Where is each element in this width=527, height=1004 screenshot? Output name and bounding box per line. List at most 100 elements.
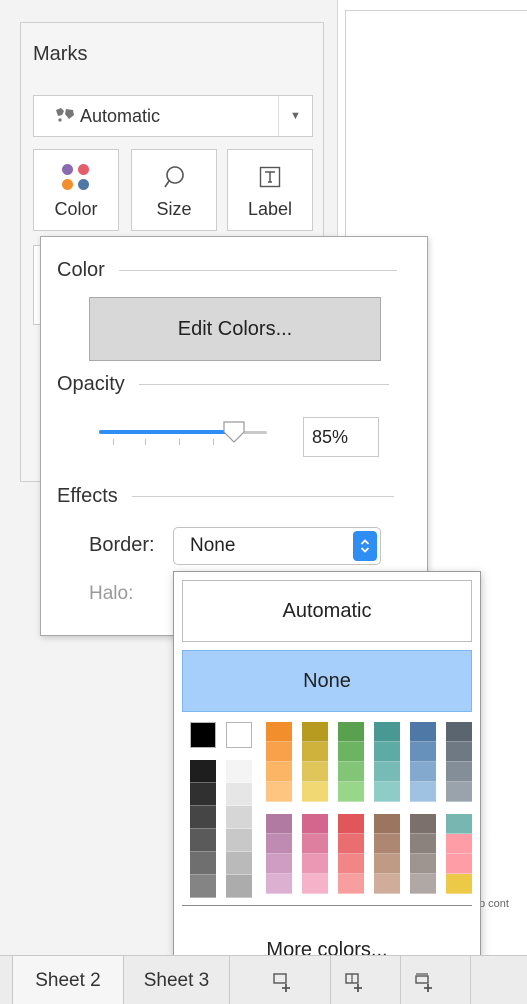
color-swatch[interactable]: [446, 874, 472, 894]
color-swatch[interactable]: [374, 814, 400, 834]
mark-type-dropdown[interactable]: Automatic ▼: [33, 95, 313, 137]
chevron-updown-icon[interactable]: [353, 531, 377, 561]
color-swatch[interactable]: [190, 806, 216, 829]
new-dashboard-icon[interactable]: [340, 966, 372, 998]
color-swatch[interactable]: [374, 722, 400, 742]
color-swatch[interactable]: [374, 834, 400, 854]
opacity-value-field[interactable]: 85%: [303, 417, 379, 457]
color-swatch[interactable]: [226, 783, 252, 806]
palette-column: [446, 814, 472, 894]
color-swatch[interactable]: [338, 874, 364, 894]
color-header-label: Color: [57, 259, 105, 281]
new-worksheet-icon[interactable]: [268, 966, 300, 998]
color-swatch[interactable]: [226, 829, 252, 852]
color-swatch[interactable]: [266, 874, 292, 894]
palette-column: [302, 722, 328, 802]
color-swatch[interactable]: [226, 760, 252, 783]
opacity-header-label: Opacity: [57, 373, 125, 395]
color-swatch[interactable]: [446, 834, 472, 854]
slider-tick: [113, 439, 114, 445]
color-swatch[interactable]: [190, 760, 216, 783]
divider: [118, 270, 397, 271]
color-swatch[interactable]: [190, 722, 216, 748]
color-swatch[interactable]: [446, 854, 472, 874]
color-swatch[interactable]: [266, 814, 292, 834]
color-swatch[interactable]: [302, 762, 328, 782]
color-swatch[interactable]: [302, 814, 328, 834]
label-button[interactable]: Label: [227, 149, 313, 231]
color-swatch[interactable]: [338, 814, 364, 834]
color-swatch[interactable]: [374, 742, 400, 762]
palette-column: [374, 722, 400, 802]
color-dot: [78, 164, 89, 175]
map-icon: [54, 107, 76, 126]
color-swatch[interactable]: [338, 854, 364, 874]
color-swatch[interactable]: [446, 722, 472, 742]
color-swatch[interactable]: [266, 762, 292, 782]
grayscale-ramp: [226, 760, 252, 898]
color-swatch[interactable]: [266, 782, 292, 802]
option-automatic[interactable]: Automatic: [182, 580, 472, 642]
color-swatch[interactable]: [338, 834, 364, 854]
slider-thumb[interactable]: [221, 419, 247, 445]
color-swatch[interactable]: [226, 852, 252, 875]
color-swatch[interactable]: [374, 854, 400, 874]
halo-label: Halo:: [89, 583, 134, 604]
divider: [182, 905, 472, 906]
color-swatch[interactable]: [410, 814, 436, 834]
color-swatch[interactable]: [226, 806, 252, 829]
tab-separator: [400, 956, 401, 1004]
color-button[interactable]: Color: [33, 149, 119, 231]
color-swatch[interactable]: [190, 829, 216, 852]
edit-colors-button[interactable]: Edit Colors...: [89, 297, 381, 361]
color-swatch[interactable]: [190, 783, 216, 806]
color-swatch[interactable]: [338, 722, 364, 742]
opacity-slider[interactable]: [99, 415, 267, 449]
color-swatch[interactable]: [302, 874, 328, 894]
color-swatch[interactable]: [302, 722, 328, 742]
color-swatch[interactable]: [338, 742, 364, 762]
opacity-section-header: Opacity: [57, 373, 389, 396]
color-swatch[interactable]: [302, 854, 328, 874]
border-select[interactable]: None: [173, 527, 381, 565]
tab-separator: [330, 956, 331, 1004]
color-swatch[interactable]: [410, 722, 436, 742]
color-swatch[interactable]: [410, 782, 436, 802]
color-swatch[interactable]: [266, 722, 292, 742]
color-swatch[interactable]: [410, 762, 436, 782]
color-swatch[interactable]: [410, 834, 436, 854]
color-swatch[interactable]: [266, 834, 292, 854]
color-swatch[interactable]: [266, 742, 292, 762]
color-swatch[interactable]: [410, 854, 436, 874]
color-swatch[interactable]: [302, 782, 328, 802]
color-swatch[interactable]: [410, 874, 436, 894]
color-swatch[interactable]: [446, 782, 472, 802]
color-swatch[interactable]: [266, 854, 292, 874]
color-swatch[interactable]: [374, 874, 400, 894]
chevron-down-icon[interactable]: ▼: [278, 96, 312, 136]
size-button[interactable]: Size: [131, 149, 217, 231]
color-swatch[interactable]: [190, 852, 216, 875]
new-story-icon[interactable]: [410, 966, 442, 998]
color-button-label: Color: [54, 199, 98, 219]
color-swatch[interactable]: [302, 834, 328, 854]
color-dot: [62, 164, 73, 175]
color-swatch[interactable]: [226, 875, 252, 898]
palette-column: [338, 814, 364, 894]
color-swatch[interactable]: [446, 762, 472, 782]
tab-sheet-3[interactable]: Sheet 3: [124, 956, 230, 1004]
color-swatch[interactable]: [226, 722, 252, 748]
color-swatch[interactable]: [446, 742, 472, 762]
palette-column: [374, 814, 400, 894]
color-swatch[interactable]: [302, 742, 328, 762]
color-swatch[interactable]: [338, 782, 364, 802]
color-swatch[interactable]: [410, 742, 436, 762]
color-swatch[interactable]: [190, 875, 216, 898]
color-swatch[interactable]: [338, 762, 364, 782]
label-button-label: Label: [247, 199, 293, 219]
option-none[interactable]: None: [182, 650, 472, 712]
tab-sheet-2[interactable]: Sheet 2: [12, 956, 124, 1004]
color-swatch[interactable]: [374, 762, 400, 782]
color-swatch[interactable]: [446, 814, 472, 834]
color-swatch[interactable]: [374, 782, 400, 802]
